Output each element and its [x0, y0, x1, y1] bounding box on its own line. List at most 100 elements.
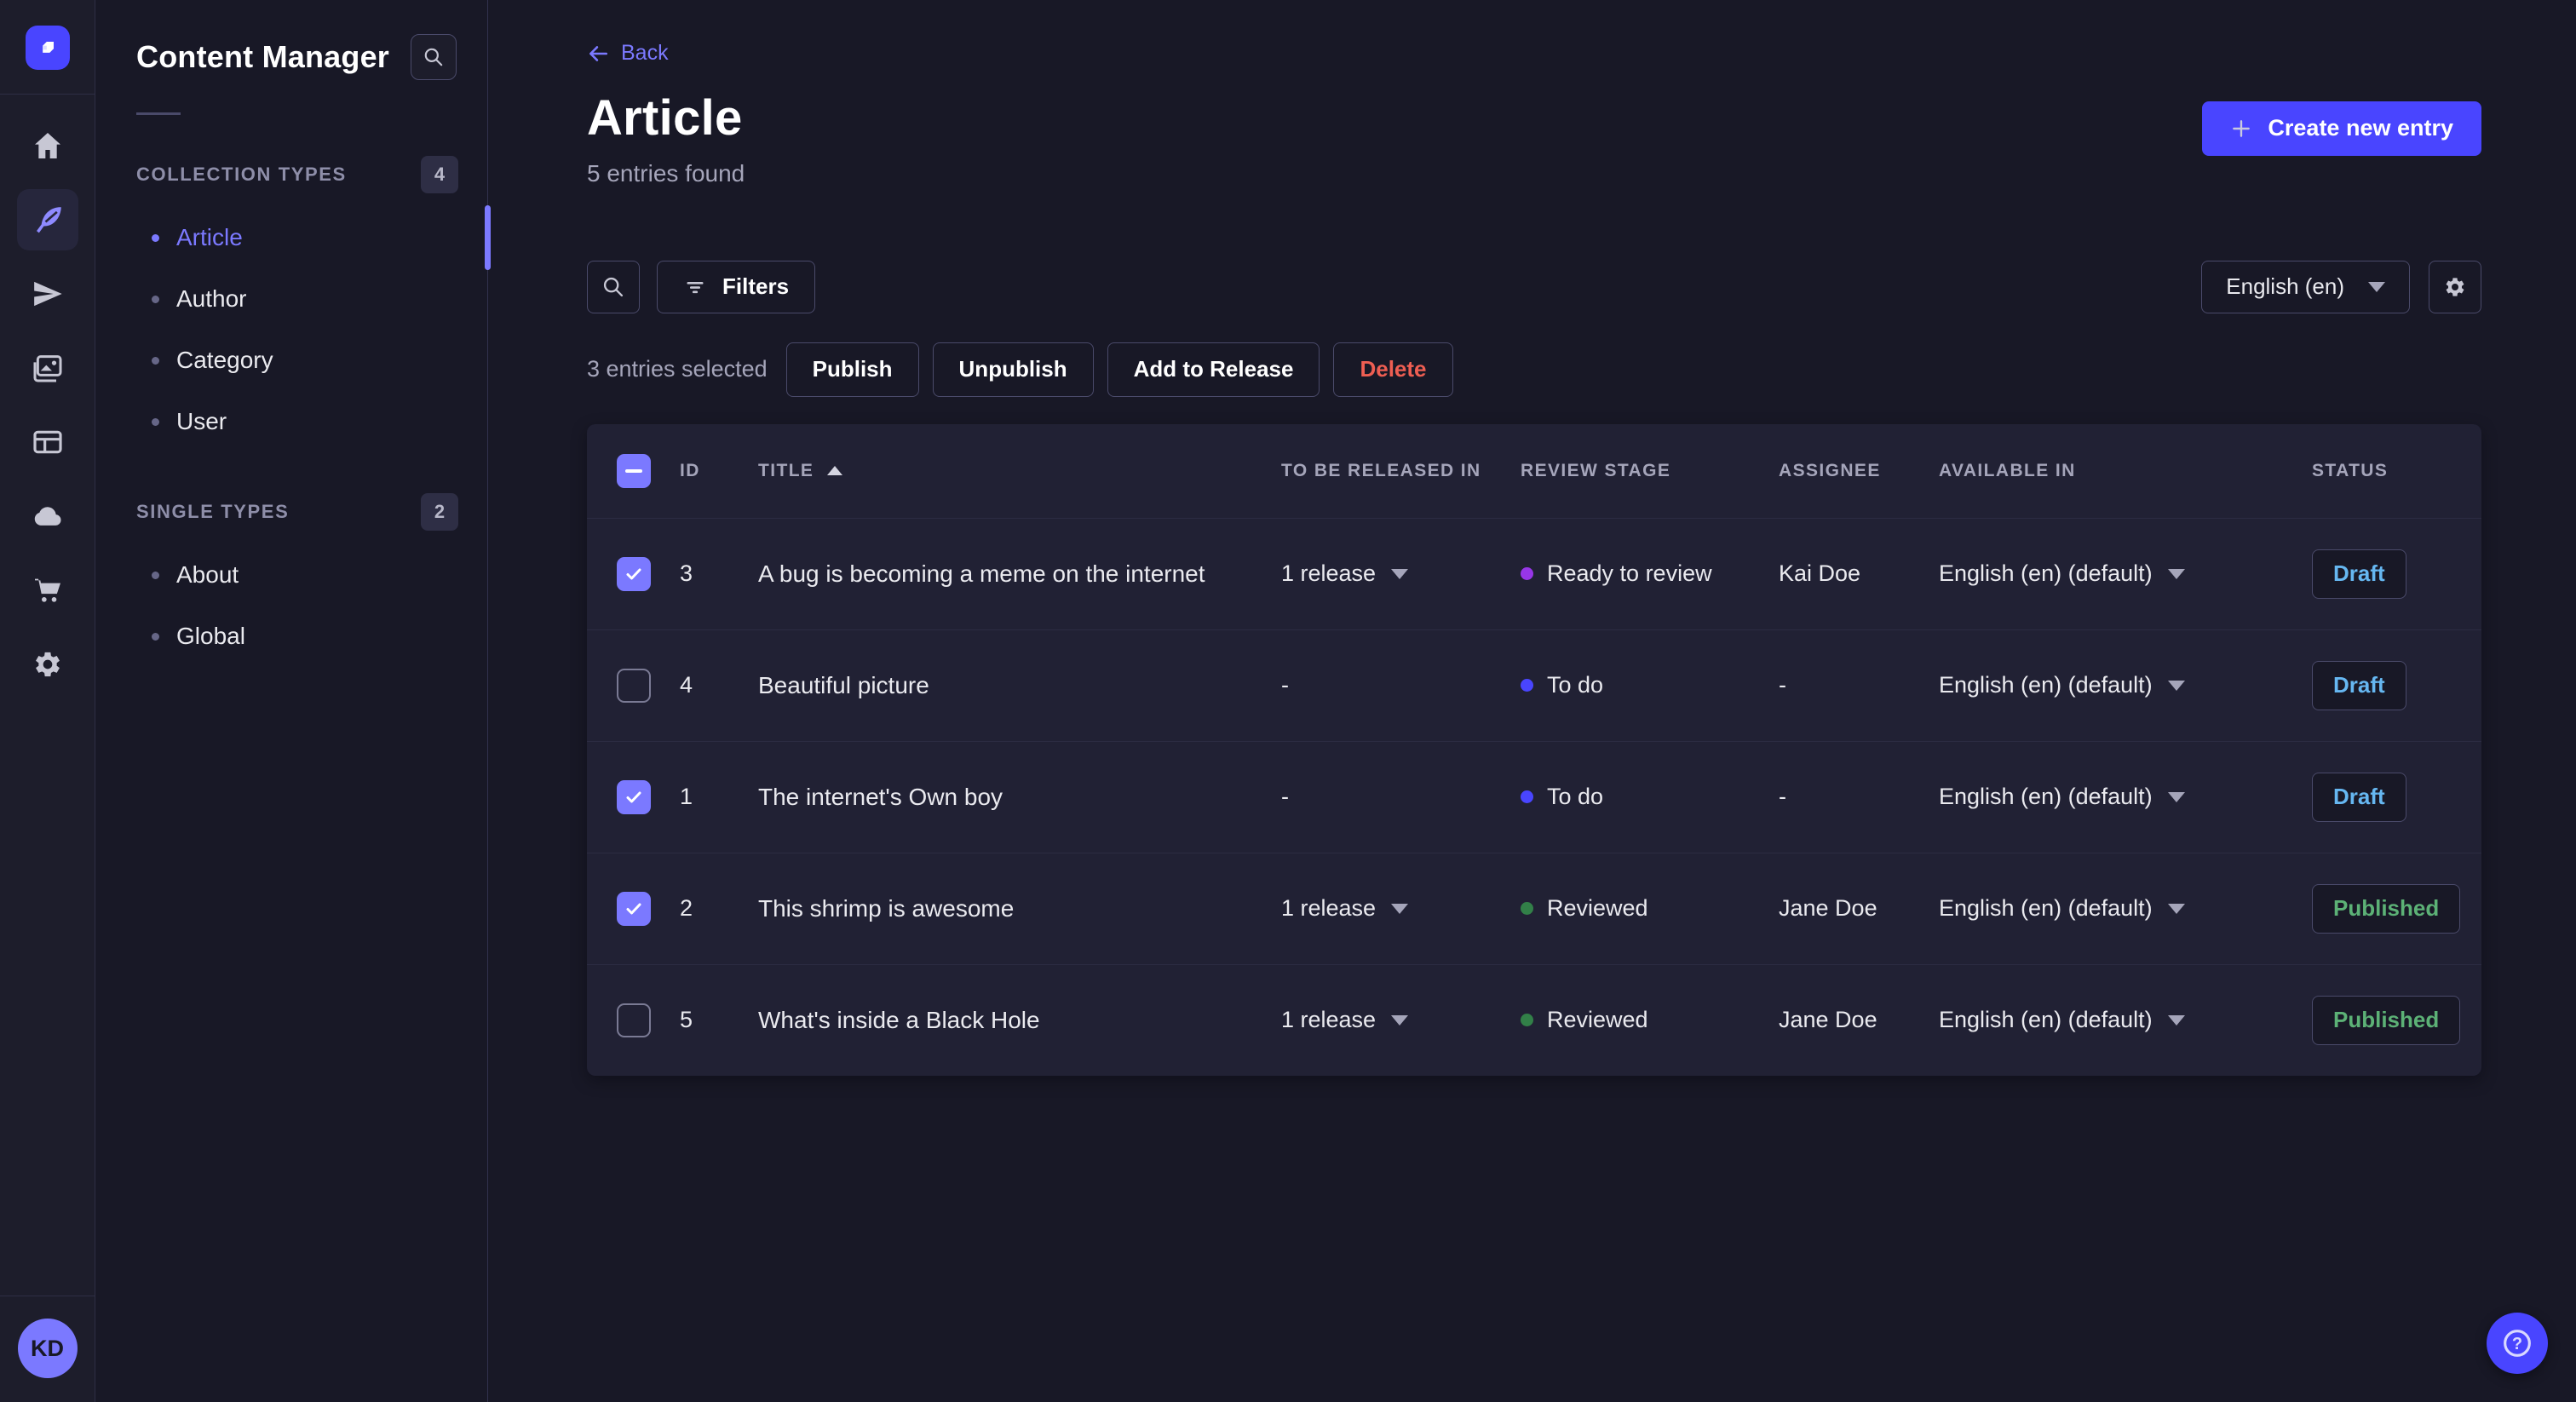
- title-header-label: TITLE: [758, 460, 814, 480]
- column-header-available[interactable]: AVAILABLE IN: [1939, 461, 2312, 481]
- filters-button[interactable]: Filters: [657, 260, 816, 313]
- nav-rail-icons: [16, 115, 78, 695]
- sidebar-item-author[interactable]: Author: [95, 268, 487, 330]
- logo-container: [0, 0, 95, 95]
- table-body: 3 A bug is becoming a meme on the intern…: [587, 517, 2481, 1076]
- table-row[interactable]: 3 A bug is becoming a meme on the intern…: [587, 517, 2481, 629]
- entries-count: 5 entries found: [587, 159, 745, 187]
- sidebar-item-about[interactable]: About: [95, 544, 487, 606]
- cell-assignee: -: [1779, 784, 1786, 809]
- row-checkbox[interactable]: [617, 779, 651, 814]
- bullet-icon: [152, 632, 159, 641]
- check-icon: [626, 568, 641, 579]
- cell-available[interactable]: English (en) (default): [1939, 672, 2312, 698]
- cell-assignee: Kai Doe: [1779, 560, 1861, 586]
- cell-released[interactable]: 1 release: [1281, 1007, 1521, 1033]
- locale-select[interactable]: English (en): [2201, 260, 2410, 313]
- sidebar-item-user[interactable]: User: [95, 391, 487, 452]
- strapi-logo[interactable]: [25, 26, 70, 70]
- cell-available[interactable]: English (en) (default): [1939, 560, 2312, 587]
- row-checkbox[interactable]: [617, 556, 651, 591]
- media-library-icon[interactable]: [17, 337, 78, 399]
- sidebar-item-label: Global: [176, 623, 245, 649]
- column-header-assignee[interactable]: ASSIGNEE: [1779, 461, 1939, 481]
- cloud-icon[interactable]: [17, 486, 78, 547]
- check-icon: [626, 791, 641, 802]
- cell-released[interactable]: -: [1281, 784, 1521, 810]
- select-all-checkbox[interactable]: [617, 453, 651, 488]
- sidebar-item-global[interactable]: Global: [95, 606, 487, 667]
- status-badge: Published: [2312, 995, 2461, 1045]
- column-header-stage[interactable]: REVIEW STAGE: [1521, 461, 1779, 481]
- sidebar-divider: [136, 112, 181, 115]
- available-caret-icon: [2167, 680, 2185, 691]
- cell-title: A bug is becoming a meme on the internet: [758, 560, 1205, 587]
- row-checkbox[interactable]: [617, 891, 651, 926]
- row-checkbox[interactable]: [617, 668, 651, 703]
- content-type-builder-icon[interactable]: [17, 411, 78, 473]
- cell-available[interactable]: English (en) (default): [1939, 784, 2312, 810]
- column-header-id[interactable]: ID: [680, 461, 758, 481]
- available-value: English (en) (default): [1939, 1007, 2153, 1032]
- table-row[interactable]: 2 This shrimp is awesome 1 release Revie…: [587, 852, 2481, 964]
- single-types-label: SINGLE TYPES: [136, 501, 290, 522]
- publish-button[interactable]: Publish: [785, 342, 919, 397]
- available-caret-icon: [2167, 568, 2185, 579]
- column-header-released[interactable]: TO BE RELEASED IN: [1281, 461, 1521, 481]
- sidebar-item-category[interactable]: Category: [95, 330, 487, 391]
- releases-icon[interactable]: [17, 263, 78, 325]
- plus-icon: [2233, 119, 2251, 137]
- column-header-title[interactable]: TITLE: [758, 461, 1281, 481]
- bullet-icon: [152, 233, 159, 242]
- status-badge: Draft: [2312, 772, 2406, 822]
- cell-stage: To do: [1521, 784, 1779, 810]
- row-checkbox[interactable]: [617, 1003, 651, 1037]
- page-title: Article: [587, 89, 743, 146]
- available-value: English (en) (default): [1939, 784, 2153, 809]
- cell-released[interactable]: -: [1281, 672, 1521, 698]
- table-row[interactable]: 1 The internet's Own boy - To do - Engli…: [587, 740, 2481, 853]
- add-to-release-label: Add to Release: [1133, 356, 1294, 382]
- marketplace-cart-icon[interactable]: [17, 560, 78, 621]
- table-header-row: ID TITLE TO BE RELEASED IN REVIEW STAGE …: [587, 424, 2481, 518]
- table-row[interactable]: 5 What's inside a Black Hole 1 release R…: [587, 963, 2481, 1076]
- sort-ascending-icon: [827, 466, 843, 475]
- release-caret-icon: [1391, 903, 1409, 914]
- user-avatar[interactable]: KD: [17, 1319, 78, 1378]
- cell-stage: To do: [1521, 672, 1779, 698]
- table-row[interactable]: 4 Beautiful picture - To do - English (e…: [587, 629, 2481, 741]
- back-link[interactable]: Back: [587, 41, 669, 66]
- sidebar-search-button[interactable]: [411, 34, 457, 80]
- question-mark-icon: ?: [2504, 1330, 2531, 1357]
- release-caret-icon: [1391, 568, 1409, 579]
- delete-label: Delete: [1360, 356, 1427, 382]
- cell-released[interactable]: 1 release: [1281, 560, 1521, 587]
- add-to-release-button[interactable]: Add to Release: [1107, 342, 1320, 397]
- release-value: 1 release: [1281, 1007, 1377, 1032]
- cell-title: What's inside a Black Hole: [758, 1006, 1040, 1033]
- settings-gear-icon[interactable]: [17, 634, 78, 695]
- table-search-button[interactable]: [587, 260, 640, 313]
- delete-button[interactable]: Delete: [1333, 342, 1453, 397]
- home-icon[interactable]: [17, 115, 78, 176]
- stage-dot-icon: [1521, 567, 1533, 580]
- content-manager-icon[interactable]: [16, 189, 78, 250]
- gear-icon: [2446, 277, 2464, 296]
- stage-value: Ready to review: [1547, 560, 1712, 586]
- search-icon: [424, 48, 443, 66]
- single-types-list: About Global: [95, 544, 487, 667]
- list-settings-button[interactable]: [2429, 260, 2481, 313]
- create-new-entry-button[interactable]: Create new entry: [2202, 101, 2481, 156]
- cell-id: 2: [680, 895, 693, 921]
- status-badge: Published: [2312, 883, 2461, 934]
- sidebar-item-label: About: [176, 561, 239, 588]
- column-header-status[interactable]: STATUS: [2312, 461, 2481, 481]
- help-button[interactable]: ?: [2487, 1313, 2548, 1374]
- unpublish-button[interactable]: Unpublish: [932, 342, 1094, 397]
- locale-value: English (en): [2226, 273, 2344, 299]
- cell-available[interactable]: English (en) (default): [1939, 895, 2312, 922]
- sidebar-item-article[interactable]: Article: [95, 205, 491, 270]
- cell-available[interactable]: English (en) (default): [1939, 1007, 2312, 1033]
- cell-stage: Reviewed: [1521, 895, 1779, 922]
- cell-released[interactable]: 1 release: [1281, 895, 1521, 922]
